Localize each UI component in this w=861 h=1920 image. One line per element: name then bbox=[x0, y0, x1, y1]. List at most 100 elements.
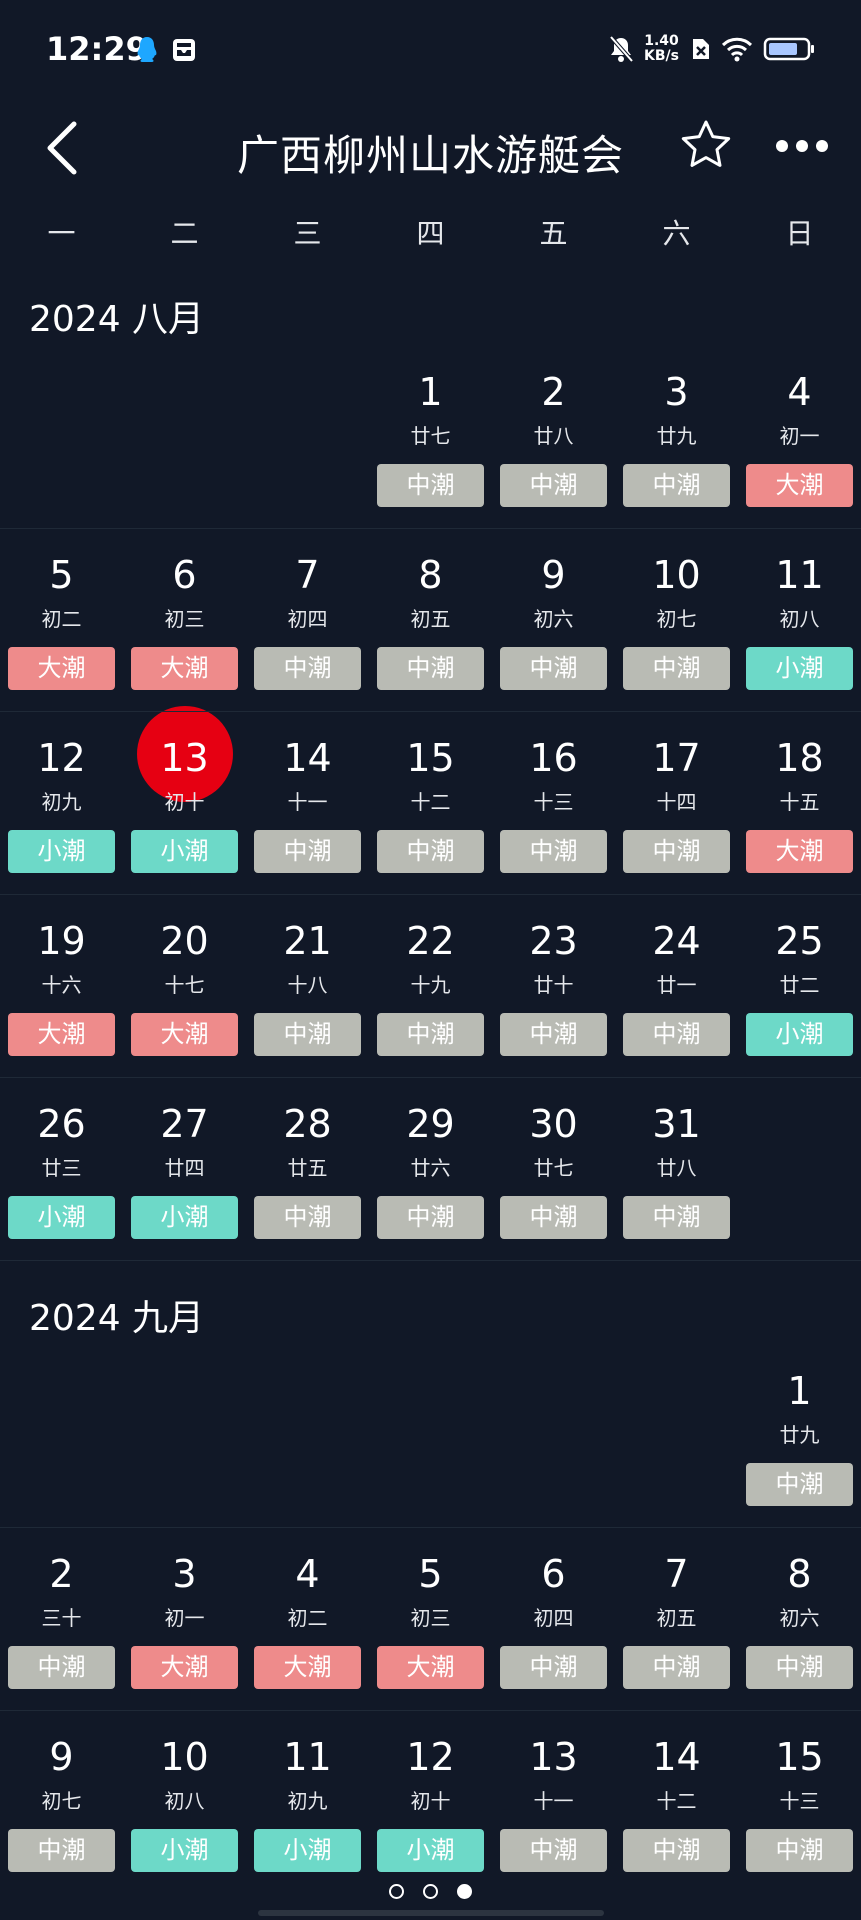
day-number: 11 bbox=[775, 553, 824, 597]
lunar-date: 初九 bbox=[287, 1789, 328, 1813]
wifi-icon bbox=[721, 37, 753, 62]
tide-badge: 小潮 bbox=[8, 1196, 115, 1239]
month-label: 2024 九月 bbox=[29, 1298, 205, 1339]
day-number: 9 bbox=[541, 553, 566, 597]
tide-badge: 中潮 bbox=[746, 1829, 853, 1872]
lunar-date: 初七 bbox=[41, 1789, 82, 1813]
lunar-date: 初九 bbox=[41, 790, 82, 814]
battery-icon bbox=[763, 37, 814, 61]
tide-badge: 大潮 bbox=[8, 1013, 115, 1056]
weekday-label: 四 bbox=[416, 217, 445, 250]
speed-value: 1.40 bbox=[644, 33, 679, 49]
tide-badge: 中潮 bbox=[254, 1196, 361, 1239]
lunar-date: 初十 bbox=[410, 1789, 451, 1813]
lunar-date: 廿三 bbox=[41, 1156, 82, 1180]
tide-badge: 中潮 bbox=[500, 1013, 607, 1056]
lunar-date: 三十 bbox=[41, 1606, 82, 1630]
lunar-date: 廿九 bbox=[779, 1423, 820, 1447]
tide-badge: 小潮 bbox=[131, 1829, 238, 1872]
tide-badge: 中潮 bbox=[746, 1463, 853, 1506]
row-divider bbox=[0, 894, 861, 895]
day-number: 22 bbox=[406, 919, 455, 963]
weekday-header: 一二三四五六日 bbox=[0, 212, 861, 262]
weekday-label: 三 bbox=[293, 217, 322, 250]
month-label: 2024 八月 bbox=[29, 299, 205, 340]
tide-badge: 中潮 bbox=[623, 1646, 730, 1689]
day-number: 8 bbox=[418, 553, 443, 597]
lunar-date: 十五 bbox=[779, 790, 820, 814]
day-number: 15 bbox=[406, 736, 455, 780]
tide-badge: 大潮 bbox=[254, 1646, 361, 1689]
day-number: 4 bbox=[295, 1552, 320, 1596]
tide-badge: 小潮 bbox=[131, 1196, 238, 1239]
lunar-date: 初四 bbox=[533, 1606, 574, 1630]
day-number: 6 bbox=[541, 1552, 566, 1596]
page-dot[interactable] bbox=[389, 1884, 404, 1899]
lunar-date: 初八 bbox=[779, 607, 820, 631]
lunar-date: 初七 bbox=[656, 607, 697, 631]
tide-badge: 小潮 bbox=[131, 830, 238, 873]
lunar-date: 十七 bbox=[164, 973, 205, 997]
star-favorite-icon[interactable] bbox=[680, 119, 732, 171]
tide-badge: 中潮 bbox=[8, 1646, 115, 1689]
day-number: 18 bbox=[775, 736, 824, 780]
day-number: 8 bbox=[787, 1552, 812, 1596]
row-divider bbox=[0, 1527, 861, 1528]
page-dot[interactable] bbox=[423, 1884, 438, 1899]
tide-badge: 大潮 bbox=[8, 647, 115, 690]
lunar-date: 廿八 bbox=[533, 424, 574, 448]
tide-badge: 中潮 bbox=[623, 1829, 730, 1872]
lunar-date: 初二 bbox=[287, 1606, 328, 1630]
day-number: 2 bbox=[541, 370, 566, 414]
lunar-date: 十九 bbox=[410, 973, 451, 997]
tide-badge: 小潮 bbox=[8, 830, 115, 873]
tide-badge: 大潮 bbox=[377, 1646, 484, 1689]
lunar-date: 初五 bbox=[410, 607, 451, 631]
app-header: 广西柳州山水游艇会 bbox=[0, 100, 861, 195]
day-number: 28 bbox=[283, 1102, 332, 1146]
day-number: 20 bbox=[160, 919, 209, 963]
lunar-date: 廿六 bbox=[410, 1156, 451, 1180]
day-number: 9 bbox=[49, 1735, 74, 1779]
day-number: 5 bbox=[49, 553, 74, 597]
tide-badge: 大潮 bbox=[131, 1646, 238, 1689]
weekday-label: 六 bbox=[662, 217, 691, 250]
tide-badge: 小潮 bbox=[254, 1829, 361, 1872]
row-divider bbox=[0, 528, 861, 529]
tide-badge: 中潮 bbox=[377, 464, 484, 507]
weekday-label: 一 bbox=[47, 217, 76, 250]
day-number: 12 bbox=[406, 1735, 455, 1779]
day-number: 13 bbox=[160, 736, 209, 780]
day-number: 14 bbox=[652, 1735, 701, 1779]
tide-badge: 中潮 bbox=[254, 647, 361, 690]
tide-badge: 中潮 bbox=[500, 830, 607, 873]
day-number: 5 bbox=[418, 1552, 443, 1596]
tide-badge: 中潮 bbox=[377, 1013, 484, 1056]
day-number: 26 bbox=[37, 1102, 86, 1146]
tide-badge: 中潮 bbox=[8, 1829, 115, 1872]
day-number: 31 bbox=[652, 1102, 701, 1146]
tide-badge: 中潮 bbox=[623, 1013, 730, 1056]
day-number: 15 bbox=[775, 1735, 824, 1779]
day-number: 10 bbox=[652, 553, 701, 597]
tide-badge: 中潮 bbox=[623, 647, 730, 690]
lunar-date: 十三 bbox=[779, 1789, 820, 1813]
lunar-date: 十四 bbox=[656, 790, 697, 814]
tide-badge: 中潮 bbox=[377, 1196, 484, 1239]
lunar-date: 初一 bbox=[164, 1606, 205, 1630]
row-divider bbox=[0, 1710, 861, 1711]
inbox-icon bbox=[173, 39, 195, 61]
lunar-date: 廿二 bbox=[779, 973, 820, 997]
day-number: 12 bbox=[37, 736, 86, 780]
tide-badge: 中潮 bbox=[500, 464, 607, 507]
row-divider bbox=[0, 1077, 861, 1078]
more-options-icon[interactable] bbox=[774, 136, 830, 156]
tide-badge: 中潮 bbox=[377, 830, 484, 873]
day-number: 2 bbox=[49, 1552, 74, 1596]
day-number: 27 bbox=[160, 1102, 209, 1146]
tide-badge: 大潮 bbox=[746, 830, 853, 873]
page-dot[interactable] bbox=[457, 1884, 472, 1899]
tide-badge: 小潮 bbox=[746, 1013, 853, 1056]
day-number: 6 bbox=[172, 553, 197, 597]
tide-badge: 大潮 bbox=[131, 647, 238, 690]
